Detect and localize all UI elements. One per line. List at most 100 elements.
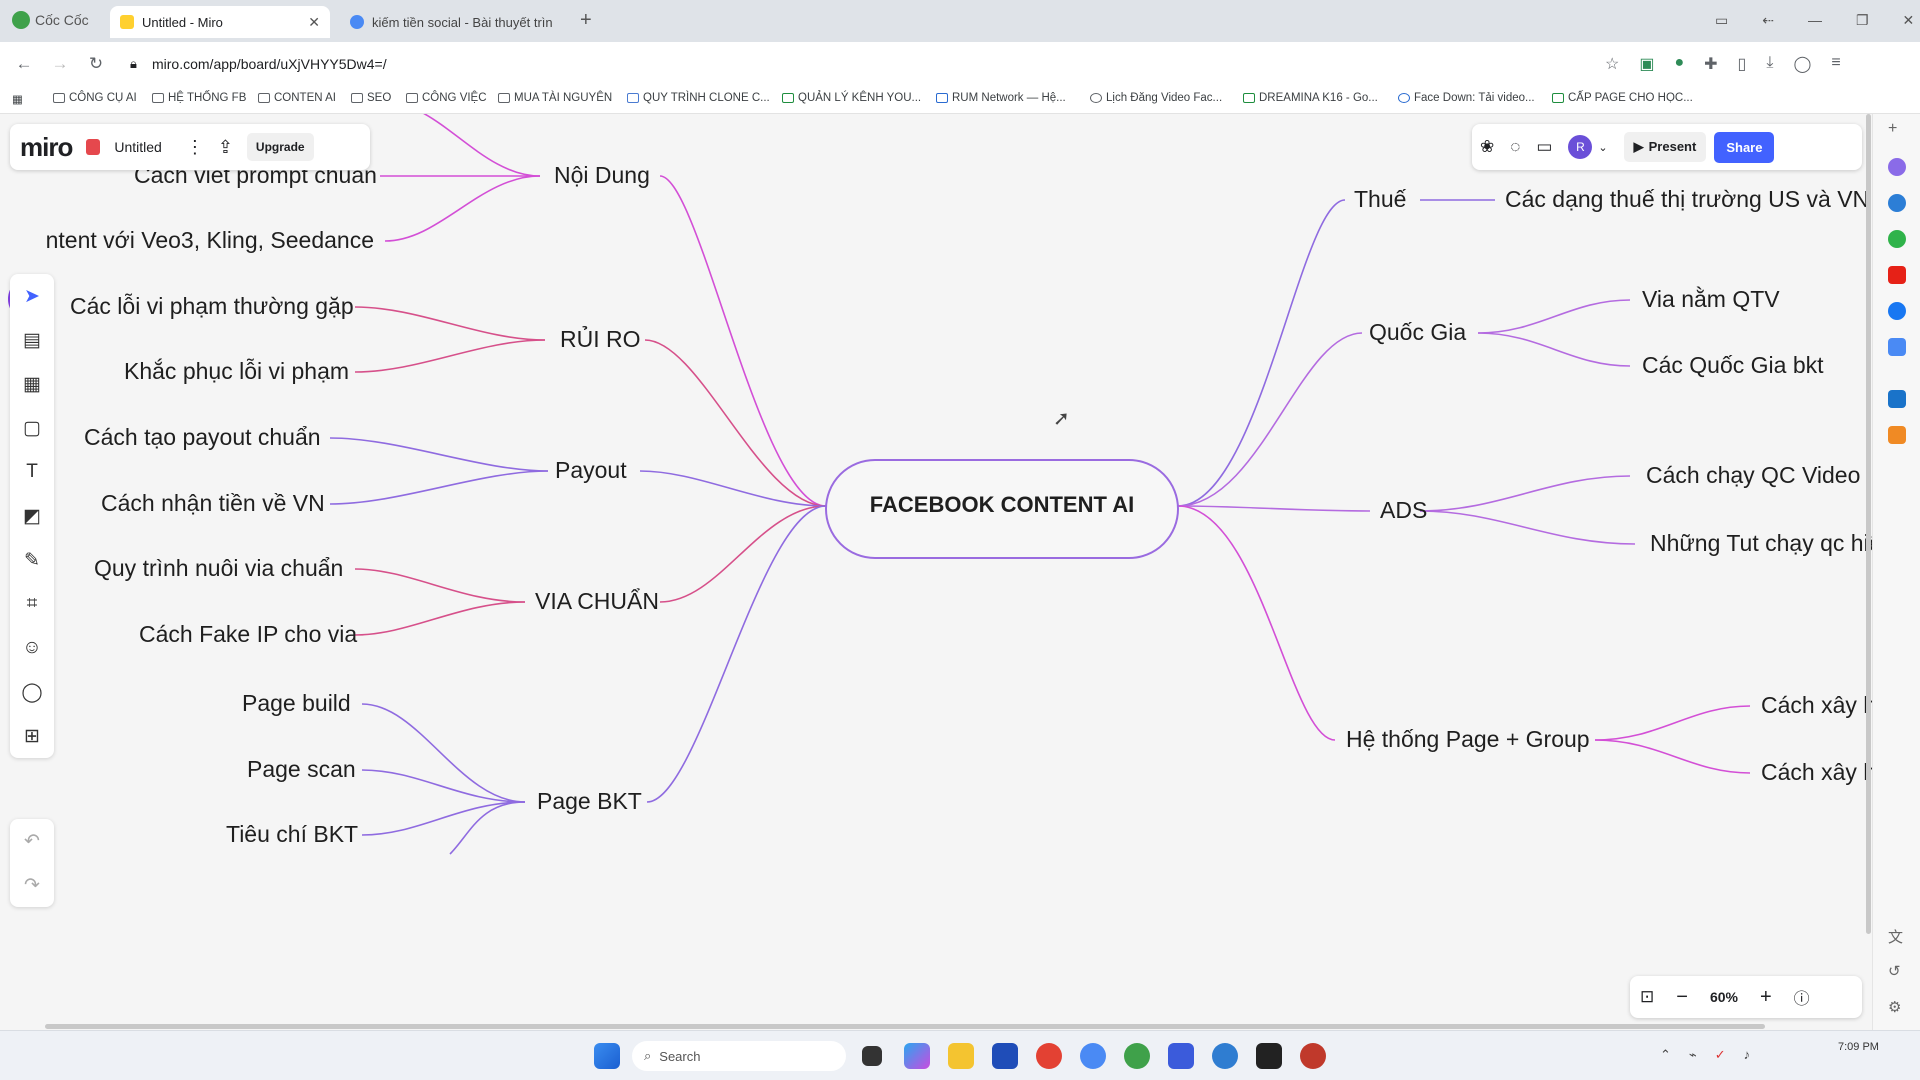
comment-icon[interactable]: ◯ <box>10 670 54 714</box>
zoom-out-button[interactable]: − <box>1676 986 1688 1009</box>
leaf-node[interactable]: Cách xây hệ <box>1761 759 1872 786</box>
windows-start-icon[interactable] <box>594 1043 620 1069</box>
youtube-icon[interactable] <box>1888 266 1906 284</box>
miro-board-canvas[interactable]: FACEBOOK CONTENT AI Nội Dung Cách viết p… <box>0 114 1872 1030</box>
address-bar[interactable]: 🔒︎ miro.com/app/board/uXjVHYY5Dw4=/ <box>128 50 1608 78</box>
download-icon[interactable]: ⤓ <box>1766 54 1773 74</box>
bookmark-item[interactable]: CÔNG CỤ AI <box>53 92 137 104</box>
back-history-icon[interactable]: ⇠ <box>1762 12 1774 29</box>
branch-he-thong[interactable]: Hệ thống Page + Group <box>1346 726 1590 753</box>
zalo-icon[interactable] <box>1168 1043 1194 1069</box>
leaf-node[interactable]: Cách chạy QC Video <box>1646 462 1860 489</box>
leaf-node[interactable]: Các Quốc Gia bkt <box>1642 352 1824 379</box>
select-tool-icon[interactable]: ➤ <box>10 274 54 318</box>
task-view-icon[interactable] <box>862 1046 882 1066</box>
tab-miro[interactable]: Untitled - Miro ✕ <box>110 6 330 38</box>
bookmark-item[interactable]: DREAMINA K16 - Go... <box>1243 92 1378 104</box>
telegram-icon[interactable] <box>1212 1043 1238 1069</box>
bookmark-item[interactable]: QUẢN LÝ KÊNH YOU... <box>782 92 921 104</box>
video-call-icon[interactable]: ▭ <box>1536 137 1552 157</box>
translate-small-icon[interactable]: 文 <box>1888 926 1903 947</box>
bookmark-item[interactable]: CÔNG VIỆC <box>406 92 487 104</box>
emoji-icon[interactable]: ☺ <box>10 626 54 670</box>
copilot-icon[interactable] <box>904 1043 930 1069</box>
leaf-node[interactable]: Những Tut chạy qc hiệ <box>1650 530 1872 557</box>
tab-kiem-tien[interactable]: kiếm tiền social - Bài thuyết trìn <box>340 6 580 38</box>
bookmark-item[interactable]: HỆ THỐNG FB <box>152 92 246 104</box>
more-options-icon[interactable]: ⋮ <box>186 137 204 158</box>
branch-payout[interactable]: Payout <box>555 457 627 484</box>
bookmark-item[interactable]: Face Down: Tải video... <box>1398 92 1535 104</box>
sticky-note-icon[interactable]: ▢ <box>10 406 54 450</box>
split-view-icon[interactable]: ▯ <box>1738 54 1747 74</box>
coccoc-icon[interactable] <box>1124 1043 1150 1069</box>
close-window-icon[interactable]: ✕ <box>1903 12 1915 29</box>
more-tools-icon[interactable]: ⊞ <box>10 714 54 758</box>
center-node-label[interactable]: FACEBOOK CONTENT AI <box>826 492 1178 518</box>
network-icon[interactable]: ⌁ <box>1689 1047 1697 1063</box>
frame-tool-icon[interactable]: ⌗ <box>10 582 54 626</box>
menu-icon[interactable]: ≡ <box>1831 54 1840 74</box>
antivirus-icon[interactable]: ✓ <box>1715 1047 1726 1063</box>
fit-screen-icon[interactable]: ⊡ <box>1640 987 1654 1007</box>
undo-icon[interactable]: ↶ <box>10 819 54 863</box>
leaf-node[interactable]: Via nằm QTV <box>1642 286 1780 313</box>
board-title[interactable]: Untitled <box>114 139 161 155</box>
reload-icon[interactable]: ↻ <box>84 52 108 76</box>
branch-via-chuan[interactable]: VIA CHUẨN <box>535 588 659 615</box>
shapes-icon[interactable]: ◩ <box>10 494 54 538</box>
facebook-icon[interactable] <box>1888 302 1906 320</box>
zoom-in-button[interactable]: + <box>1760 986 1772 1009</box>
bookmark-item[interactable]: Lịch Đăng Video Fac... <box>1090 92 1222 104</box>
messenger-icon[interactable] <box>1888 158 1906 176</box>
vertical-scrollbar[interactable] <box>1866 114 1871 934</box>
bookmark-item[interactable]: QUY TRÌNH CLONE C... <box>627 92 770 104</box>
bookmark-item[interactable]: CẤP PAGE CHO HỌC... <box>1552 92 1693 104</box>
translate-icon[interactable] <box>1888 338 1906 356</box>
minimize-icon[interactable]: — <box>1808 12 1822 29</box>
zoom-level[interactable]: 60% <box>1710 989 1738 1005</box>
settings-gear-icon[interactable]: ⚙ <box>1888 998 1901 1016</box>
leaf-node[interactable]: ntent với Veo3, Kling, Seedance <box>0 227 374 254</box>
app-icon[interactable] <box>1080 1043 1106 1069</box>
sidebar-app-icon[interactable] <box>1888 230 1906 248</box>
reactions-icon[interactable]: ❀ <box>1480 137 1494 157</box>
leaf-node[interactable]: Các lỗi vi phạm thường gặp <box>70 293 354 320</box>
leaf-node[interactable]: Cách nhận tiền về VN <box>101 490 325 517</box>
leaf-node[interactable]: Các dạng thuế thị trường US và VN <box>1505 186 1869 213</box>
branch-noidung[interactable]: Nội Dung <box>554 162 650 189</box>
miro-logo[interactable]: miro <box>20 132 73 163</box>
leaf-node[interactable]: Cách xây hệ <box>1761 692 1872 719</box>
sidebar-app-icon[interactable] <box>1888 194 1906 212</box>
new-tab-button[interactable]: + <box>580 9 592 32</box>
bookmark-item[interactable]: SEO <box>351 92 391 104</box>
redo-icon[interactable]: ↷ <box>10 863 54 907</box>
volume-icon[interactable]: ♪ <box>1744 1047 1751 1063</box>
back-icon[interactable]: ← <box>12 52 36 76</box>
bookmark-item[interactable]: CONTEN AI <box>258 92 336 104</box>
horizontal-scrollbar[interactable] <box>45 1024 1765 1029</box>
extension-icon[interactable]: ● <box>1674 54 1684 74</box>
help-icon[interactable]: ⓘ <box>1794 985 1810 1009</box>
profile-icon[interactable]: ◯ <box>1793 54 1811 74</box>
forward-icon[interactable]: → <box>48 52 72 76</box>
leaf-node[interactable]: Page build <box>242 690 351 717</box>
chat-icon[interactable]: ◌ <box>1510 137 1520 157</box>
browser-brand[interactable]: Cốc Cốc <box>12 11 89 29</box>
branch-thue[interactable]: Thuế <box>1354 186 1406 213</box>
upgrade-button[interactable]: Upgrade <box>246 133 314 161</box>
leaf-node[interactable]: Tiêu chí BKT <box>226 821 358 848</box>
sidebar-app-icon[interactable] <box>1888 426 1906 444</box>
bookmark-star-icon[interactable]: ☆ <box>1605 54 1619 74</box>
close-tab-icon[interactable]: ✕ <box>308 14 320 31</box>
extension-badge-icon[interactable]: ▣ <box>1639 54 1654 74</box>
apps-grid-icon[interactable]: ▦ <box>12 92 23 106</box>
maximize-icon[interactable]: ❐ <box>1856 12 1869 29</box>
avatar[interactable]: R <box>1568 135 1593 159</box>
app-icon[interactable] <box>1300 1043 1326 1069</box>
store-icon[interactable] <box>992 1043 1018 1069</box>
chevron-down-icon[interactable]: ⌄ <box>1598 141 1607 154</box>
puzzle-icon[interactable]: ✚ <box>1704 54 1717 74</box>
share-button[interactable]: Share <box>1714 131 1775 163</box>
bookmark-item[interactable]: MUA TÀI NGUYÊN <box>498 92 612 104</box>
